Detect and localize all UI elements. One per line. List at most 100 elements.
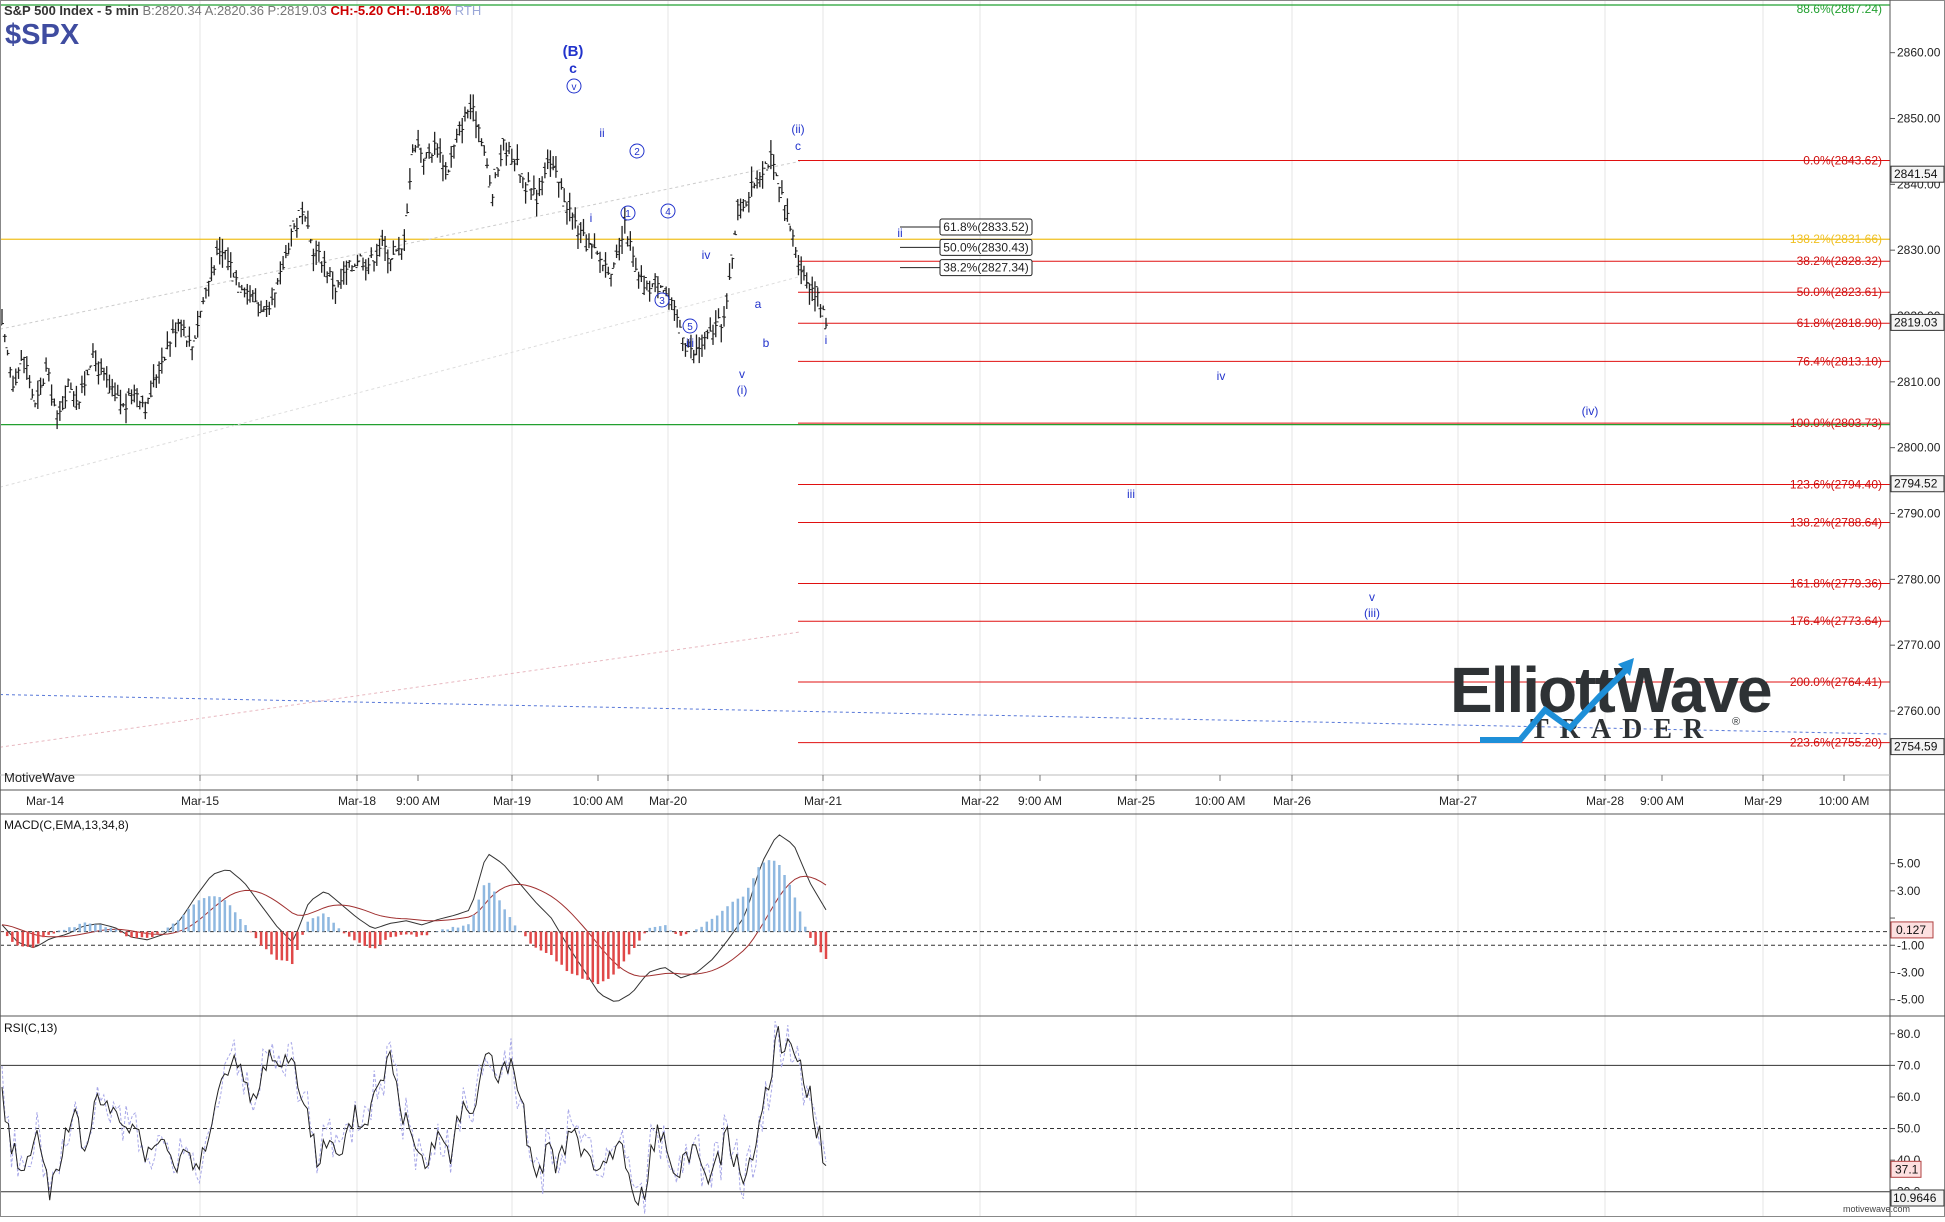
price-y-tick-label: 2780.00	[1897, 572, 1941, 586]
wave-label: b	[763, 336, 770, 350]
fib-extension-label: 161.8%(2779.36)	[1790, 577, 1882, 591]
rsi-y-tick-label: 60.0	[1897, 1090, 1921, 1104]
fib-extension-label: 0.0%(2843.62)	[1803, 154, 1882, 168]
fib-extension-label: 223.6%(2755.20)	[1790, 736, 1882, 750]
rsi-y-tick-label: 50.0	[1897, 1122, 1921, 1136]
wave-label: iii	[1127, 487, 1135, 501]
fib-extension-label: 138.2%(2788.64)	[1790, 515, 1882, 529]
x-axis-tick-label: Mar-25	[1117, 794, 1155, 808]
chart-frame	[0, 0, 1945, 1217]
rsi-y-tick-label: 70.0	[1897, 1058, 1921, 1072]
wave-label: v	[739, 367, 745, 381]
reference-line-label: 138.2%(2831.66)	[1790, 232, 1882, 246]
site-watermark: motivewave.com	[1843, 1204, 1910, 1214]
fib-extension-label: 38.2%(2828.32)	[1797, 254, 1882, 268]
price-tag-label: 2754.59	[1894, 740, 1938, 754]
macd-signal-line	[1, 875, 827, 977]
price-y-tick-label: 2800.00	[1897, 441, 1941, 455]
reference-line-label: 88.6%(2867.24)	[1797, 2, 1882, 16]
chart-header: S&P 500 Index - 5 min B:2820.34 A:2820.3…	[4, 3, 481, 18]
chart-root: 138.2%(2831.66) 88.6%(2867.24) 0.0%(2843.6…	[0, 0, 1945, 1217]
rsi-y-tick-label: 80.0	[1897, 1027, 1921, 1041]
wave-label: a	[755, 297, 762, 311]
rsi-value-label: 37.1	[1895, 1162, 1919, 1176]
macd-y-tick-label: 3.00	[1897, 884, 1921, 898]
price-y-tick-label: 2810.00	[1897, 375, 1941, 389]
x-axis-tick-label: Mar-29	[1744, 794, 1782, 808]
wave-label: iv	[1217, 369, 1226, 383]
price-y-tick-label: 2830.00	[1897, 243, 1941, 257]
wave-label: iv	[702, 248, 711, 262]
trendline-mid	[0, 276, 801, 488]
fib-extension-label: 200.0%(2764.41)	[1790, 675, 1882, 689]
x-axis-tick-label: Mar-15	[181, 794, 219, 808]
macd-title: MACD(C,EMA,13,34,8)	[4, 818, 129, 832]
wave-label: ii	[599, 126, 604, 140]
fib-retracement-label: 50.0%(2830.43)	[943, 240, 1028, 254]
x-axis-tick-label: Mar-18	[338, 794, 376, 808]
x-axis-tick-label: Mar-19	[493, 794, 531, 808]
rsi-secondary-line	[1, 1021, 827, 1214]
wave-label: c	[569, 60, 577, 76]
price-y-tick-label: 2860.00	[1897, 46, 1941, 60]
price-tag-label: 2841.54	[1894, 167, 1938, 181]
x-axis-tick-label: 9:00 AM	[396, 794, 440, 808]
fib-retracement-label: 61.8%(2833.52)	[943, 220, 1028, 234]
platform-label: MotiveWave	[4, 770, 75, 785]
rsi-secondary-label: 10.9646	[1893, 1191, 1937, 1205]
wave-label: (ii)	[791, 122, 804, 136]
fib-extension-label: 76.4%(2813.10)	[1797, 354, 1882, 368]
chart-svg: 138.2%(2831.66) 88.6%(2867.24) 0.0%(2843.6…	[0, 0, 1945, 1217]
rsi-line	[1, 1026, 827, 1207]
fib-extension-label: 50.0%(2823.61)	[1797, 285, 1882, 299]
symbol-label: $SPX	[5, 19, 80, 51]
price-y-tick-label: 2790.00	[1897, 507, 1941, 521]
price-tag-label: 2794.52	[1894, 477, 1938, 491]
x-axis-tick-label: Mar-14	[26, 794, 64, 808]
chart-title: S&P 500 Index - 5 min	[4, 3, 139, 18]
wave-label: (iv)	[1582, 404, 1599, 418]
wave-label: 2	[634, 147, 640, 158]
x-axis-tick-label: Mar-27	[1439, 794, 1477, 808]
change-text: CH:-5.20	[330, 3, 384, 18]
macd-value-label: 0.127	[1896, 923, 1926, 937]
macd-y-tick-label: -3.00	[1897, 965, 1925, 979]
wave-label: v	[1369, 590, 1375, 604]
wave-label: 4	[665, 207, 671, 218]
change-pct-text: CH:-0.18%	[386, 3, 452, 18]
wave-label: 3	[659, 296, 665, 307]
macd-line	[1, 834, 827, 1002]
wave-label: (B)	[563, 43, 584, 60]
x-axis-tick-label: 10:00 AM	[1195, 794, 1246, 808]
wave-label: i	[825, 333, 828, 347]
x-axis-tick-label: 10:00 AM	[573, 794, 624, 808]
x-axis-tick-label: Mar-21	[804, 794, 842, 808]
elliottwave-trader-logo: ElliottWave TRADER ®	[1450, 648, 1780, 748]
wave-label: 5	[687, 322, 693, 333]
quote-text: B:2820.34 A:2820.36 P:2819.03	[142, 3, 327, 18]
macd-y-tick-label: -5.00	[1897, 993, 1925, 1007]
price-y-tick-label: 2770.00	[1897, 638, 1941, 652]
x-axis-tick-label: Mar-28	[1586, 794, 1624, 808]
price-y-tick-label: 2850.00	[1897, 112, 1941, 126]
fib-retracement-label: 38.2%(2827.34)	[943, 261, 1028, 275]
session-text: RTH	[454, 3, 482, 18]
rsi-title: RSI(C,13)	[4, 1021, 57, 1035]
macd-y-tick-label: 5.00	[1897, 857, 1921, 871]
wave-label: i	[590, 211, 593, 225]
wave-label: ii	[897, 226, 902, 240]
wave-label: (iii)	[1364, 606, 1380, 620]
x-axis-tick-label: 9:00 AM	[1640, 794, 1684, 808]
fib-extension-label: 61.8%(2818.90)	[1797, 316, 1882, 330]
fib-extension-label: 100.0%(2803.73)	[1790, 416, 1882, 430]
logo-swoosh-icon	[1480, 658, 1634, 743]
wave-label: c	[795, 139, 801, 153]
wave-label: iii	[686, 336, 694, 350]
macd-y-tick-label: -1.00	[1897, 938, 1925, 952]
x-axis-tick-label: 10:00 AM	[1819, 794, 1870, 808]
fib-extension-label: 123.6%(2794.40)	[1790, 478, 1882, 492]
price-tag-label: 2819.03	[1894, 315, 1938, 329]
x-axis-tick-label: 9:00 AM	[1018, 794, 1062, 808]
x-axis-tick-label: Mar-26	[1273, 794, 1311, 808]
price-y-tick-label: 2760.00	[1897, 704, 1941, 718]
